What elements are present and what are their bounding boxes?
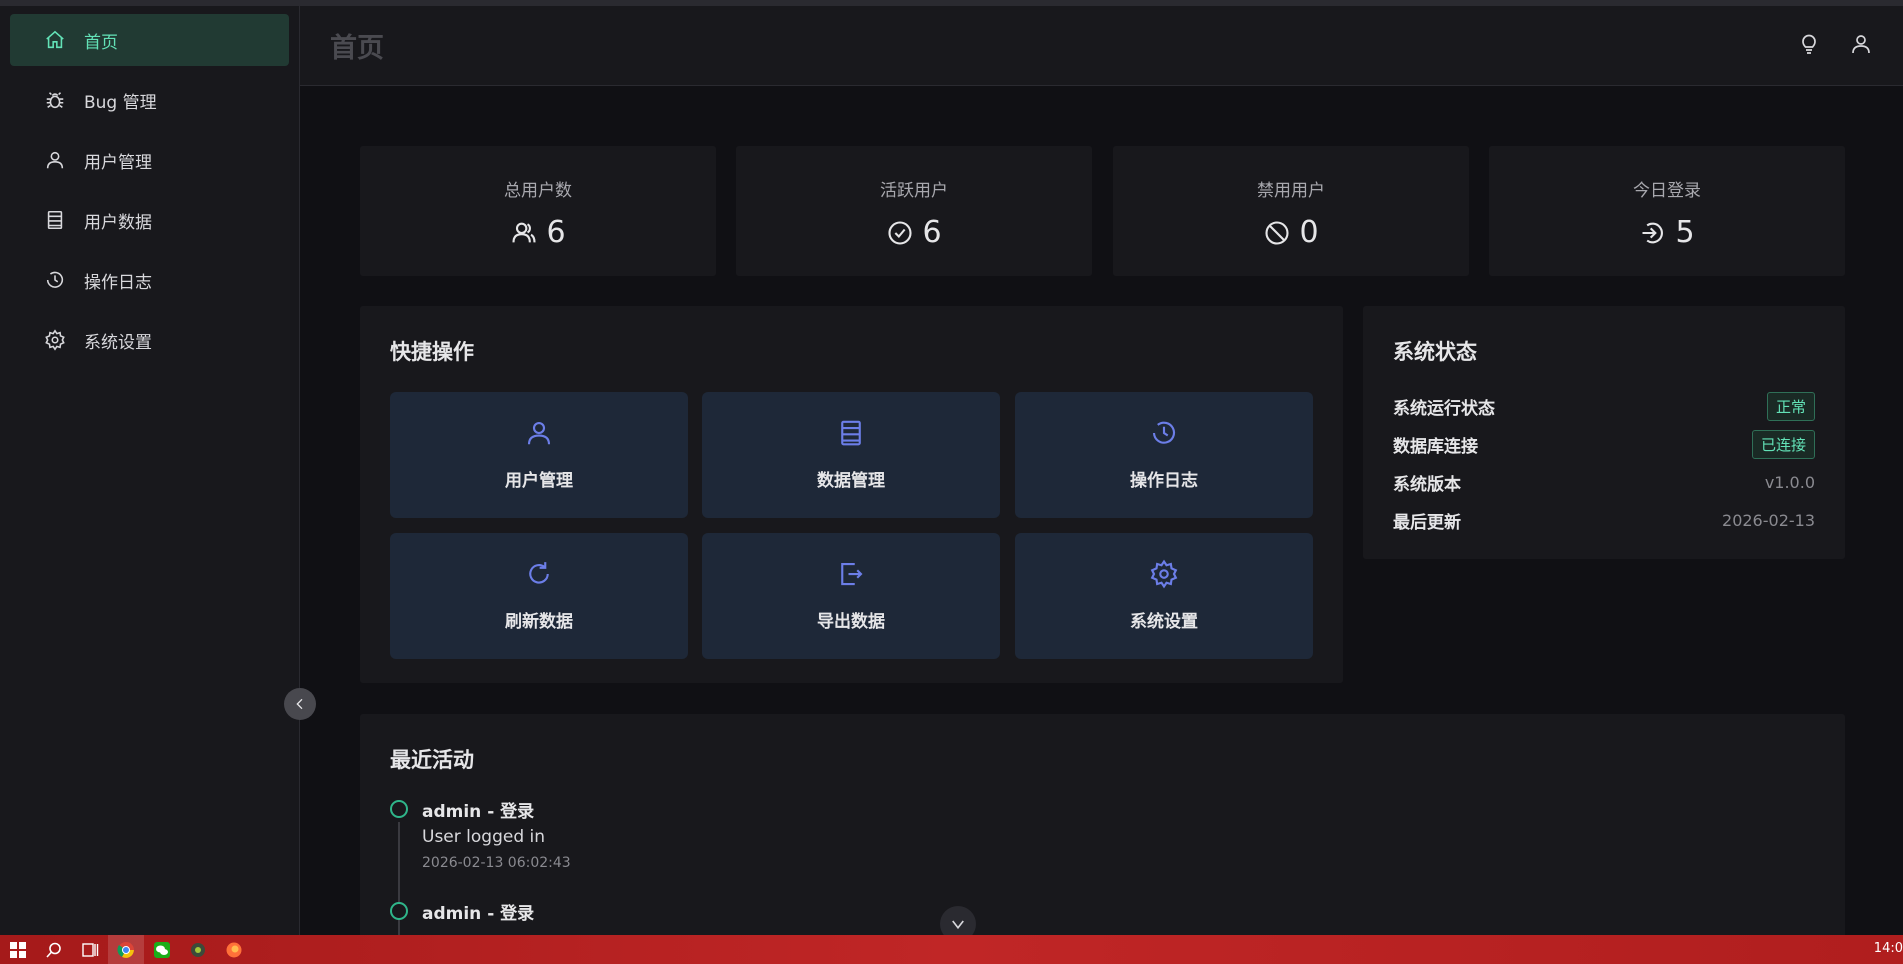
activity-title: admin - 登录 — [422, 904, 535, 924]
ban-icon — [1263, 219, 1291, 247]
check-circle-icon — [886, 219, 914, 247]
timeline-dot — [390, 800, 408, 818]
stat-card-disabled-users: 禁用用户 0 — [1113, 146, 1469, 276]
activity-description: User logged in — [422, 827, 546, 847]
status-row-database: 数据库连接 已连接 — [1393, 429, 1815, 459]
sidebar-item-label: 操作日志 — [84, 272, 152, 293]
stat-label: 活跃用户 — [880, 181, 948, 201]
sidebar-item-label: 首页 — [84, 32, 118, 53]
users-icon — [510, 219, 538, 247]
quick-action-label: 用户管理 — [505, 471, 573, 491]
wechat-icon[interactable] — [144, 935, 180, 964]
user-icon — [524, 392, 554, 448]
stat-value: 6 — [922, 215, 942, 250]
status-key: 数据库连接 — [1393, 436, 1478, 457]
login-icon — [1639, 219, 1667, 247]
chevron-left-icon — [292, 696, 308, 712]
stat-card-total-users: 总用户数 6 — [360, 146, 716, 276]
search-icon[interactable] — [36, 935, 72, 964]
refresh-icon — [524, 533, 554, 589]
history-icon — [42, 267, 68, 293]
task-view-icon[interactable] — [72, 935, 108, 964]
activity-title: admin - 登录 — [422, 802, 535, 822]
status-row-version: 系统版本 v1.0.0 — [1393, 467, 1815, 497]
sidebar-item-user-management[interactable]: 用户管理 — [10, 134, 289, 186]
recent-activity-title: 最近活动 — [390, 748, 474, 772]
sidebar-item-label: 用户数据 — [84, 212, 152, 233]
sidebar-menu: 首页 Bug 管理 用户管理 用户数据 操作日志 系统设置 — [0, 6, 299, 366]
quick-actions-title: 快捷操作 — [390, 340, 474, 364]
quick-action-label: 操作日志 — [1130, 471, 1198, 491]
quick-action-system-settings[interactable]: 系统设置 — [1015, 533, 1313, 659]
database-icon — [42, 207, 68, 233]
sidebar-item-label: Bug 管理 — [84, 92, 157, 113]
android-icon[interactable] — [180, 935, 216, 964]
quick-action-label: 刷新数据 — [505, 612, 573, 632]
activity-time: 2026-02-13 06:02:43 — [422, 855, 571, 871]
system-status-title: 系统状态 — [1393, 340, 1477, 364]
status-key: 系统运行状态 — [1393, 398, 1495, 419]
quick-action-operation-log[interactable]: 操作日志 — [1015, 392, 1313, 518]
stat-label: 总用户数 — [504, 181, 572, 201]
chevron-down-icon — [949, 915, 967, 933]
gear-icon — [1149, 533, 1179, 589]
timeline-dot — [390, 902, 408, 920]
status-value: v1.0.0 — [1764, 472, 1815, 492]
firefox-icon[interactable] — [216, 935, 252, 964]
stat-label: 禁用用户 — [1257, 181, 1325, 201]
sidebar: 首页 Bug 管理 用户管理 用户数据 操作日志 系统设置 — [0, 6, 300, 935]
system-status-panel: 系统状态 系统运行状态 正常 数据库连接 已连接 系统版本 v1.0.0 最后更… — [1363, 306, 1845, 559]
gear-icon — [42, 327, 68, 353]
sidebar-item-bug-management[interactable]: Bug 管理 — [10, 74, 289, 126]
quick-action-data-management[interactable]: 数据管理 — [702, 392, 1000, 518]
timeline-item: admin - 登录 User logged in 2026-02-13 06:… — [390, 797, 790, 877]
stat-card-today-logins: 今日登录 5 — [1489, 146, 1845, 276]
status-key: 系统版本 — [1393, 474, 1461, 495]
sidebar-item-home[interactable]: 首页 — [10, 14, 289, 66]
status-key: 最后更新 — [1393, 512, 1461, 533]
sidebar-item-operation-log[interactable]: 操作日志 — [10, 254, 289, 306]
quick-action-export-data[interactable]: 导出数据 — [702, 533, 1000, 659]
taskbar-clock: 14:0 — [1873, 941, 1903, 956]
status-badge: 已连接 — [1751, 429, 1815, 459]
sidebar-collapse-button[interactable] — [284, 688, 316, 720]
stat-value: 5 — [1675, 215, 1695, 250]
quick-action-label: 系统设置 — [1130, 612, 1198, 632]
status-row-running: 系统运行状态 正常 — [1393, 391, 1815, 421]
export-icon — [836, 533, 866, 589]
header-actions — [1797, 32, 1873, 56]
user-icon[interactable] — [1849, 32, 1873, 56]
timeline-item: admin - 登录 — [390, 899, 790, 929]
user-icon — [42, 147, 68, 173]
quick-action-refresh-data[interactable]: 刷新数据 — [390, 533, 688, 659]
quick-action-label: 数据管理 — [817, 471, 885, 491]
database-icon — [836, 392, 866, 448]
sidebar-item-user-data[interactable]: 用户数据 — [10, 194, 289, 246]
os-taskbar: 14:0 — [0, 935, 1903, 964]
home-icon — [42, 27, 68, 53]
header: 首页 — [300, 6, 1903, 86]
stat-label: 今日登录 — [1633, 181, 1701, 201]
quick-actions-panel: 快捷操作 用户管理 数据管理 操作日志 刷新数据 导出数据 系统设置 — [360, 306, 1343, 683]
sidebar-item-system-settings[interactable]: 系统设置 — [10, 314, 289, 366]
status-badge: 正常 — [1766, 391, 1815, 421]
lightbulb-icon[interactable] — [1797, 32, 1821, 56]
stat-card-active-users: 活跃用户 6 — [736, 146, 1092, 276]
quick-action-label: 导出数据 — [817, 612, 885, 632]
bug-icon — [42, 87, 68, 113]
stat-value: 6 — [546, 215, 566, 250]
stat-value: 0 — [1299, 215, 1319, 250]
page-title: 首页 — [330, 33, 384, 64]
recent-activity-panel: 最近活动 admin - 登录 User logged in 2026-02-1… — [360, 714, 1845, 964]
sidebar-item-label: 系统设置 — [84, 332, 152, 353]
history-icon — [1149, 392, 1179, 448]
status-row-last-update: 最后更新 2026-02-13 — [1393, 505, 1815, 535]
windows-start-icon[interactable] — [0, 935, 36, 964]
quick-action-user-management[interactable]: 用户管理 — [390, 392, 688, 518]
status-value: 2026-02-13 — [1722, 510, 1815, 530]
chrome-icon[interactable] — [108, 935, 144, 964]
sidebar-item-label: 用户管理 — [84, 152, 152, 173]
